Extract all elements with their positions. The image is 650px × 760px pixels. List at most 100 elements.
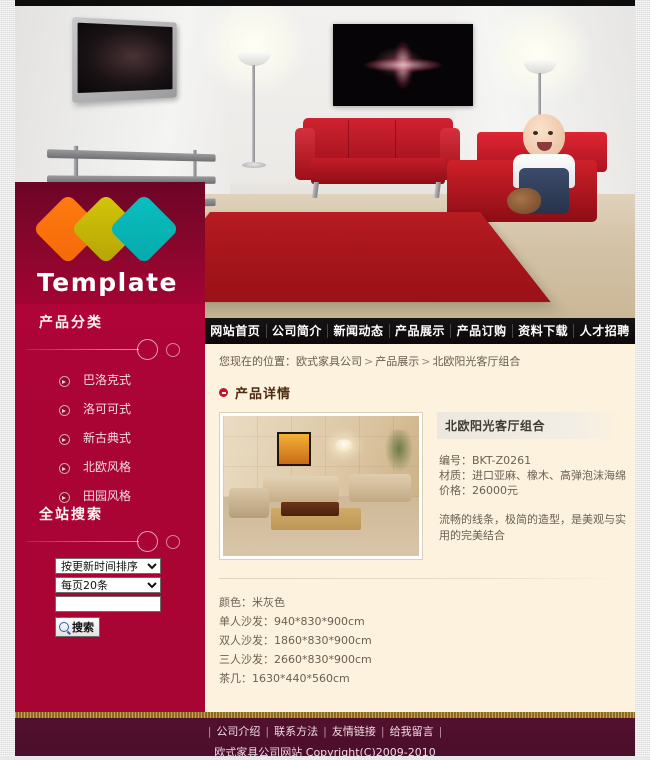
baby-toy: [507, 188, 541, 214]
main-navigation: 网站首页 公司简介 新闻动态 产品展示 产品订购 资料下载 人才招聘: [205, 318, 635, 344]
search-input[interactable]: [55, 596, 161, 612]
sofa-seat: [311, 158, 445, 184]
nav-item-about[interactable]: 公司简介: [267, 324, 329, 338]
baby-mouth: [537, 142, 552, 151]
nav-item-downloads[interactable]: 资料下载: [513, 324, 575, 338]
divider-circle-small-icon: [166, 535, 180, 549]
nav-item-home[interactable]: 网站首页: [205, 324, 267, 338]
footer-link-guestbook[interactable]: 给我留言: [390, 725, 434, 738]
spec-single-sofa: 单人沙发：940*830*900cm: [219, 615, 365, 628]
spec-color: 颜色：米灰色: [219, 596, 285, 609]
sidebar-item-nordic[interactable]: 北欧风格: [15, 453, 205, 482]
sofa-back: [303, 118, 453, 162]
tv-screen: [77, 22, 173, 94]
category-label: 北欧风格: [83, 460, 132, 474]
divider-line: [27, 349, 139, 350]
breadcrumb-item-products[interactable]: 产品展示: [375, 355, 419, 368]
breadcrumb-item-company[interactable]: 欧式家具公司: [296, 355, 362, 368]
arrow-bullet-icon: [59, 376, 70, 387]
spec-triple-sofa: 三人沙发：2660*830*900cm: [219, 653, 372, 666]
search-divider: [27, 530, 187, 552]
baby-figure: [505, 114, 591, 218]
cushion-line: [395, 120, 396, 160]
category-list: 巴洛克式 洛可可式 新古典式 北欧风格 田园风格: [15, 366, 205, 511]
wall-tv: [72, 17, 177, 103]
footer-separator: |: [265, 725, 270, 738]
photo-lamp: [335, 439, 353, 452]
nav-item-careers[interactable]: 人才招聘: [574, 324, 635, 338]
footer-link-contact[interactable]: 联系方法: [274, 725, 318, 738]
panel-title: 产品详情: [235, 387, 292, 402]
footer-links: | 公司介绍 | 联系方法 | 友情链接 | 给我留言 |: [15, 718, 635, 739]
spec-coffee-table: 茶几：1630*440*560cm: [219, 672, 350, 685]
product-attributes: 编号：BKT-Z0261 材质：进口亚麻、橡木、高弹泡沫海绵 价格：26000元: [437, 453, 627, 498]
logo-area[interactable]: Template: [15, 182, 205, 304]
photo-armchair: [229, 488, 269, 518]
search-title: 全站搜索: [39, 507, 103, 523]
product-price: 价格：26000元: [439, 484, 518, 497]
footer-separator: |: [380, 725, 385, 738]
category-label: 新古典式: [83, 431, 132, 445]
divider-line: [27, 541, 139, 542]
breadcrumb-separator: >: [364, 355, 374, 368]
content-divider: [219, 578, 621, 579]
diamond-teal-icon: [108, 193, 180, 265]
product-code: 编号：BKT-Z0261: [439, 454, 532, 467]
content-area: 您现在的位置：欧式家具公司 > 产品展示 > 北欧阳光客厅组合 产品详情 北欧阳…: [205, 344, 635, 712]
product-image-frame[interactable]: [219, 412, 423, 560]
search-button[interactable]: 搜索: [55, 617, 100, 637]
footer-link-friendlinks[interactable]: 友情链接: [332, 725, 376, 738]
bullet-marker-icon: [219, 388, 228, 397]
product-detail: 北欧阳光客厅组合 编号：BKT-Z0261 材质：进口亚麻、橡木、高弹泡沫海绵 …: [219, 412, 635, 560]
arrow-bullet-icon: [59, 434, 70, 445]
category-label: 田园风格: [83, 489, 132, 503]
sidebar-item-baroque[interactable]: 巴洛克式: [15, 366, 205, 395]
breadcrumb-prefix: 您现在的位置：: [219, 355, 296, 368]
product-name: 北欧阳光客厅组合: [437, 412, 627, 439]
sofa-leg: [312, 182, 319, 198]
arrow-bullet-icon: [59, 463, 70, 474]
sort-select[interactable]: 按更新时间排序: [55, 558, 161, 574]
nav-item-news[interactable]: 新闻动态: [328, 324, 390, 338]
divider-circle-large-icon: [137, 339, 158, 360]
logo-diamonds-icon: [32, 192, 201, 268]
product-specs: 颜色：米灰色 单人沙发：940*830*900cm 双人沙发：1860*830*…: [219, 593, 635, 688]
baby-head: [523, 114, 565, 158]
red-sofa: [295, 118, 460, 208]
sidebar-item-neoclassical[interactable]: 新古典式: [15, 424, 205, 453]
sidebar-item-rococo[interactable]: 洛可可式: [15, 395, 205, 424]
perpage-select[interactable]: 每页20条: [55, 577, 161, 593]
breadcrumb-item-current: 北欧阳光客厅组合: [432, 355, 521, 368]
divider-circle-small-icon: [166, 343, 180, 357]
search-button-label: 搜索: [72, 621, 94, 634]
baby-eye: [548, 131, 553, 135]
nav-item-order[interactable]: 产品订购: [451, 324, 513, 338]
breadcrumb-separator: >: [421, 355, 431, 368]
breadcrumb: 您现在的位置：欧式家具公司 > 产品展示 > 北欧阳光客厅组合: [205, 344, 635, 369]
product-description: 流畅的线条，极简的造型，是美观与实用的完美结合: [439, 513, 626, 542]
divider-circle-large-icon: [137, 531, 158, 552]
spec-double-sofa: 双人沙发：1860*830*900cm: [219, 634, 372, 647]
photo-three-seat-sofa: [263, 476, 339, 502]
lamp-pole: [252, 65, 255, 165]
category-label: 洛可可式: [83, 402, 132, 416]
search-icon: [59, 622, 69, 632]
arrow-bullet-icon: [59, 405, 70, 416]
product-material: 材质：进口亚麻、橡木、高弹泡沫海绵: [439, 469, 626, 482]
footer-separator: |: [438, 725, 443, 738]
sofa-leg: [434, 182, 441, 198]
stand-shelf: [47, 149, 216, 162]
page-wrapper: Template 产品分类 巴洛克式 洛可可式 新古典式 北欧风格 田园风格 全…: [15, 0, 635, 759]
photo-coffee-table: [281, 502, 339, 516]
arrow-bullet-icon: [59, 492, 70, 503]
sidebar: Template 产品分类 巴洛克式 洛可可式 新古典式 北欧风格 田园风格 全…: [15, 182, 205, 712]
search-section: 全站搜索: [15, 504, 205, 552]
product-image: [223, 416, 419, 556]
nav-item-products[interactable]: 产品展示: [390, 324, 452, 338]
panel-header: 产品详情: [219, 383, 635, 402]
footer-link-about[interactable]: 公司介绍: [216, 725, 260, 738]
photo-wall-art: [277, 432, 311, 466]
lamp-base: [242, 162, 266, 168]
categories-divider: [27, 338, 187, 360]
footer: | 公司介绍 | 联系方法 | 友情链接 | 给我留言 | 欧式家具公司网站 Copyright…: [15, 718, 635, 759]
